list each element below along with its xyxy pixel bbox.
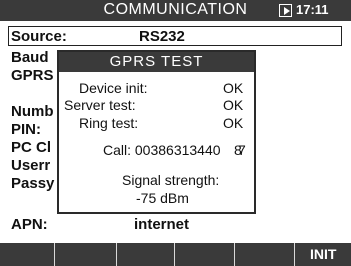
call-number-digit-b: 7	[238, 142, 246, 158]
signal-strength-value: -75 dBm	[136, 190, 189, 206]
init-button-label: INIT	[310, 246, 337, 262]
apn-value: internet	[134, 216, 190, 233]
ring-test-label: Ring test:	[79, 115, 139, 131]
password-label[interactable]: Passy	[11, 175, 54, 192]
play-icon	[279, 4, 292, 17]
init-button[interactable]: INIT	[295, 243, 351, 266]
softkey-5[interactable]	[235, 243, 295, 266]
softkey-bar: INIT	[0, 243, 351, 266]
softkey-3[interactable]	[117, 243, 175, 266]
number-label[interactable]: Numb	[11, 103, 54, 120]
softkey-2[interactable]	[55, 243, 117, 266]
server-test-label: Server test:	[64, 97, 136, 113]
softkey-4[interactable]	[175, 243, 235, 266]
device-init-status: OK	[223, 80, 244, 96]
server-test-status: OK	[223, 97, 244, 113]
clock: 17:11	[296, 2, 329, 17]
gprs-test-dialog: GPRS TEST Device init: OK Server test: O…	[57, 50, 256, 214]
signal-strength-label: Signal strength:	[122, 172, 220, 188]
call-number: Call: 00386313440	[103, 142, 221, 158]
source-label: Source:	[11, 28, 67, 45]
pin-label[interactable]: PIN:	[11, 121, 41, 138]
apn-label[interactable]: APN:	[11, 216, 48, 233]
source-value: RS232	[139, 28, 185, 45]
title-bar: COMMUNICATION 17:11	[0, 0, 351, 21]
dialog-title: GPRS TEST	[59, 52, 254, 72]
device-init-label: Device init:	[79, 80, 148, 96]
baud-label[interactable]: Baud	[11, 49, 49, 66]
ring-test-status: OK	[223, 115, 244, 131]
softkey-1[interactable]	[0, 243, 55, 266]
gprs-label[interactable]: GPRS	[11, 67, 54, 84]
username-label[interactable]: Userr	[11, 157, 50, 174]
pc-client-label[interactable]: PC Cl	[11, 139, 51, 156]
